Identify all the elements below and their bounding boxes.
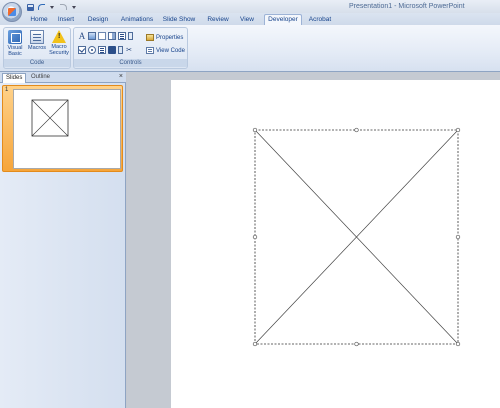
label-control-icon[interactable]: A (78, 31, 86, 41)
tab-review[interactable]: Review (206, 15, 230, 25)
visual-basic-button[interactable]: Visual Basic (5, 30, 25, 57)
window-title: Presentation1 - Microsoft PowerPoint (349, 3, 465, 10)
window-title-app: Microsoft PowerPoint (398, 3, 465, 10)
controls-group: A ✂ Properties View Code Controls (73, 27, 188, 69)
tab-slides[interactable]: Slides (2, 73, 27, 83)
tab-slide-show[interactable]: Slide Show (162, 15, 196, 25)
ribbon-tabs: Home Insert Design Animations Slide Show… (0, 13, 500, 26)
code-group: Visual Basic Macros ! Macro Security Cod… (3, 27, 71, 69)
toggle-button-control-icon[interactable] (108, 46, 116, 54)
macro-security-button[interactable]: ! Macro Security (49, 30, 69, 56)
slides-pane: Slides Outline × 1 (0, 72, 126, 408)
text-box-control-icon[interactable] (98, 32, 106, 40)
visual-basic-icon (8, 30, 22, 44)
window-title-doc: Presentation1 - (349, 3, 399, 10)
save-icon[interactable] (26, 3, 34, 11)
spin-button-control-icon[interactable] (118, 46, 123, 54)
combo-box-control-icon[interactable] (108, 32, 116, 40)
slide-thumbnail-selected[interactable]: 1 (2, 85, 123, 172)
tab-view[interactable]: View (238, 15, 256, 25)
tab-design[interactable]: Design (86, 15, 110, 25)
properties-label: Properties (156, 34, 184, 41)
frame-control-icon[interactable] (98, 46, 106, 54)
tab-home[interactable]: Home (29, 15, 49, 25)
tab-outline[interactable]: Outline (28, 73, 53, 82)
slide-thumbnail[interactable] (13, 89, 121, 169)
more-controls-icon[interactable]: ✂ (125, 46, 133, 54)
undo-dropdown-icon[interactable] (48, 3, 56, 11)
slide-number: 1 (5, 87, 9, 93)
close-pane-icon[interactable]: × (119, 72, 123, 82)
warning-icon: ! (52, 30, 66, 43)
properties-icon (146, 34, 154, 41)
office-logo-icon (8, 8, 16, 16)
control-placeholder[interactable] (171, 80, 500, 408)
pane-tabs: Slides Outline × (0, 72, 126, 83)
list-box-control-icon[interactable] (118, 32, 126, 40)
view-code-icon (146, 47, 154, 54)
quick-access-toolbar (26, 2, 78, 12)
check-box-control-icon[interactable] (78, 46, 86, 54)
redo-icon[interactable] (59, 3, 67, 11)
thumbnail-placeholder-graphic (31, 99, 69, 137)
tab-acrobat[interactable]: Acrobat (306, 15, 334, 25)
code-group-label: Code (4, 59, 70, 67)
macros-button[interactable]: Macros (27, 30, 47, 51)
macro-security-label-2: Security (49, 50, 69, 56)
macros-label: Macros (27, 45, 47, 51)
visual-basic-label-2: Basic (8, 51, 22, 57)
ribbon: Visual Basic Macros ! Macro Security Cod… (0, 25, 500, 72)
properties-button[interactable]: Properties (146, 33, 183, 42)
controls-group-label: Controls (74, 59, 187, 67)
qat-customize-icon[interactable] (70, 3, 78, 11)
scroll-bar-control-icon[interactable] (128, 32, 133, 40)
undo-icon[interactable] (37, 3, 45, 11)
view-code-button[interactable]: View Code (146, 46, 185, 55)
office-button[interactable] (2, 2, 22, 22)
slide-canvas[interactable] (171, 80, 500, 408)
title-bar: Presentation1 - Microsoft PowerPoint (0, 0, 500, 22)
option-button-control-icon[interactable] (88, 46, 96, 54)
tab-animations[interactable]: Animations (119, 15, 155, 25)
tab-insert[interactable]: Insert (55, 15, 77, 25)
image-control-icon[interactable] (88, 32, 96, 40)
macros-icon (30, 30, 44, 44)
view-code-label: View Code (156, 47, 185, 54)
